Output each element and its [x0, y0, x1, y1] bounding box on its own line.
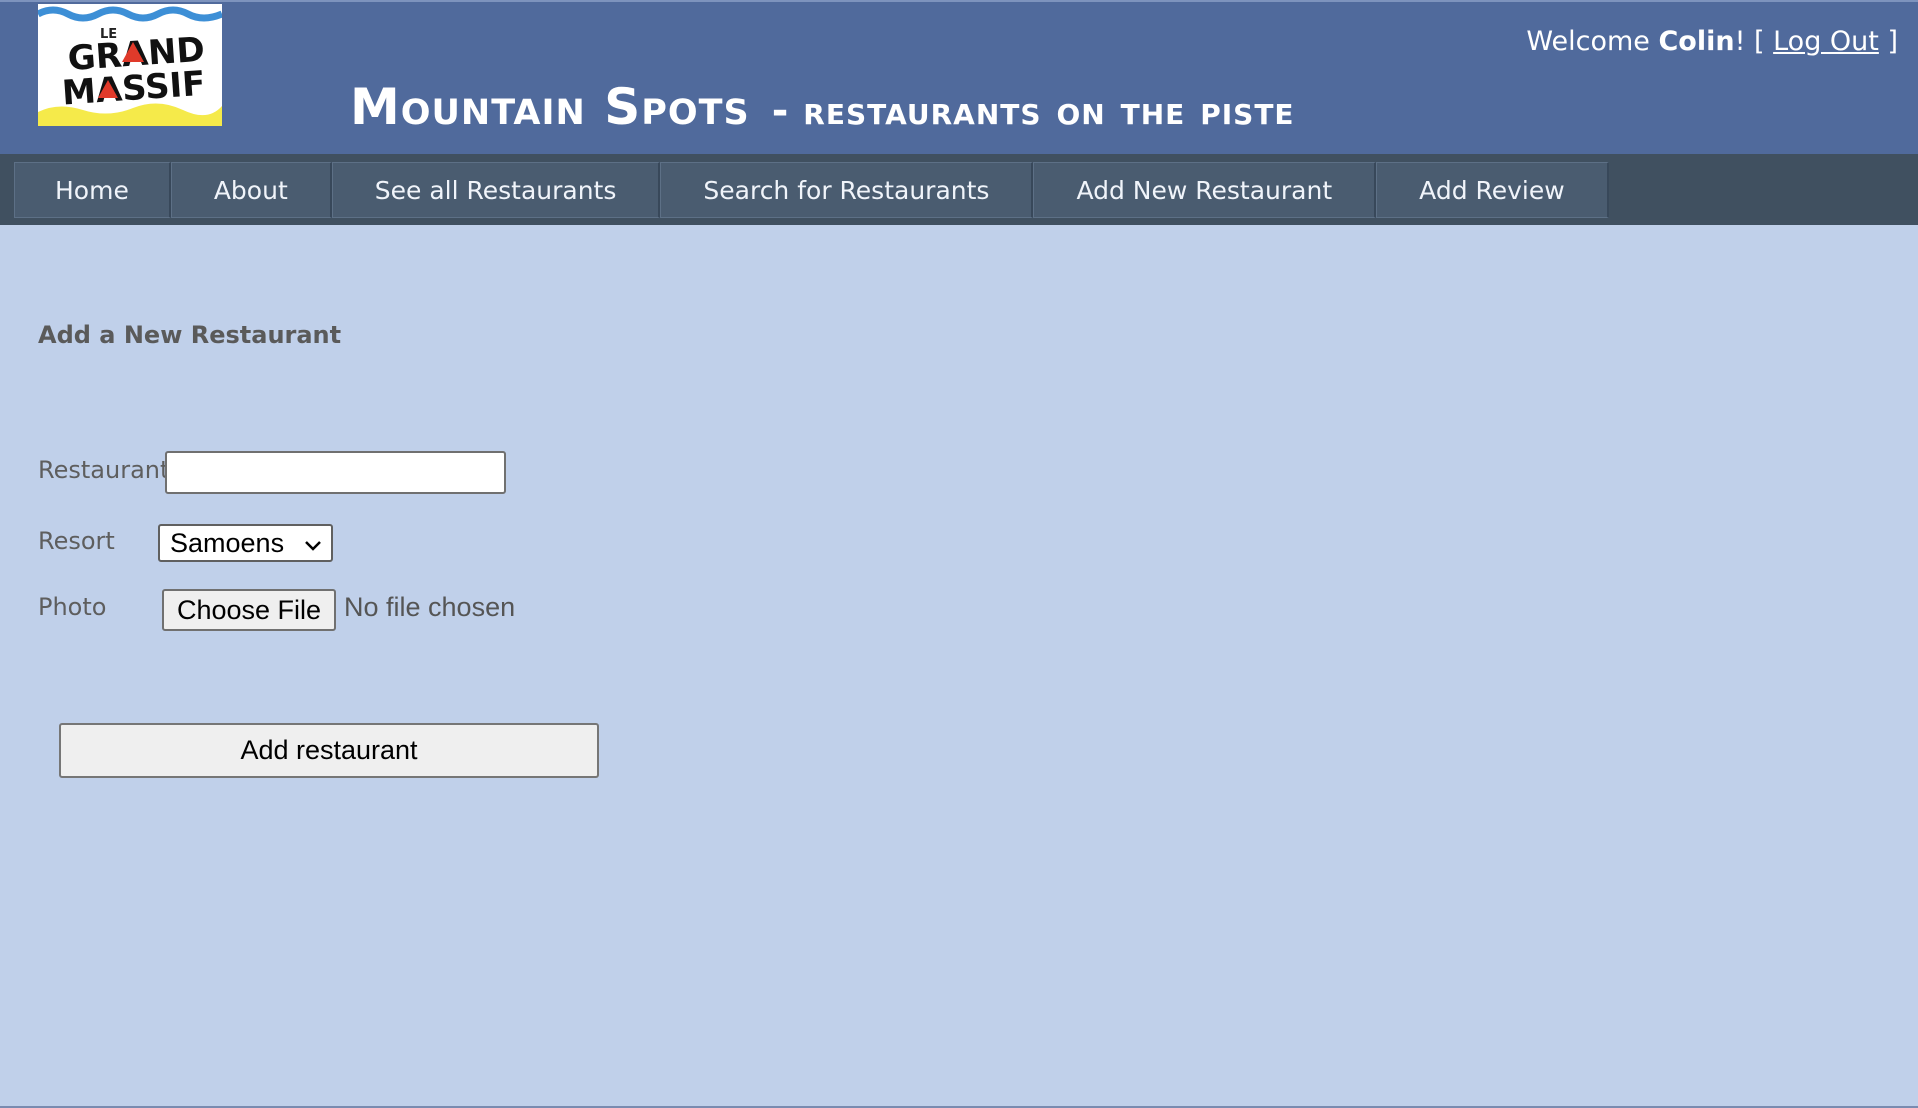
nav-item-add-new-restaurant[interactable]: Add New Restaurant [1033, 162, 1377, 218]
choose-file-button[interactable]: Choose File [162, 589, 336, 631]
resort-selected-value: Samoens [170, 527, 285, 558]
restaurant-label: Restaurant [38, 456, 170, 484]
resort-select[interactable]: Samoens [158, 524, 333, 562]
nav-item-search-restaurants[interactable]: Search for Restaurants [660, 162, 1034, 218]
page-heading: Add a New Restaurant [38, 321, 342, 349]
main-content: Add a New Restaurant Restaurant Resort S… [0, 225, 1918, 1108]
site-title: Mountain Spots - restaurants on the piste [350, 78, 1295, 136]
welcome-suffix: ! [ [1734, 26, 1774, 57]
user-name: Colin [1658, 26, 1735, 57]
file-status: No file chosen [344, 592, 516, 622]
welcome-prefix: Welcome [1526, 26, 1659, 57]
photo-label: Photo [38, 593, 107, 621]
nav-item-about[interactable]: About [170, 162, 332, 218]
grand-massif-logo[interactable]: LE GRAND MASSIF [38, 4, 222, 126]
resort-label: Resort [38, 527, 115, 555]
site-title-main: Mountain Spots [350, 78, 750, 136]
site-header: LE GRAND MASSIF Mountain Spots-restauran… [0, 0, 1918, 154]
nav-list: Home About See all Restaurants Search fo… [14, 162, 1609, 218]
site-title-separator: - [771, 88, 790, 134]
site-title-subtitle: restaurants on the piste [803, 88, 1295, 134]
chevron-down-icon [303, 532, 323, 563]
main-nav: Home About See all Restaurants Search fo… [0, 154, 1918, 225]
welcome-close: ] [1878, 26, 1898, 57]
nav-item-see-all-restaurants[interactable]: See all Restaurants [331, 162, 661, 218]
add-restaurant-button[interactable]: Add restaurant [59, 723, 599, 778]
welcome-message: Welcome Colin! [ Log Out ] [1526, 26, 1898, 57]
logout-link[interactable]: Log Out [1773, 26, 1879, 57]
nav-item-add-review[interactable]: Add Review [1376, 162, 1609, 218]
restaurant-input[interactable] [165, 451, 506, 494]
nav-item-home[interactable]: Home [14, 162, 171, 218]
